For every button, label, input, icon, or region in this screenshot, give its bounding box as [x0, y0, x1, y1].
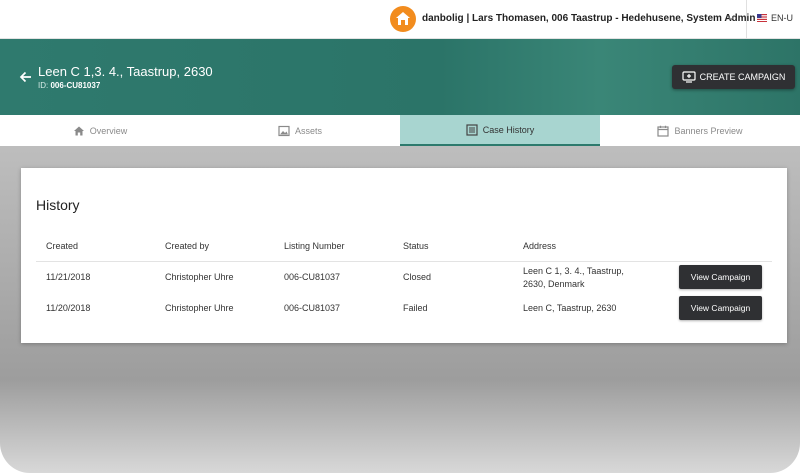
tab-case-history[interactable]: Case History [400, 115, 600, 146]
tab-banners-preview[interactable]: Banners Preview [600, 115, 800, 146]
tab-overview[interactable]: Overview [0, 115, 200, 146]
cell-created: 11/21/2018 [46, 272, 91, 282]
cell-address-line1: Leen C 1, 3. 4., Taastrup, [523, 266, 624, 276]
case-id-value: 006-CU81037 [50, 81, 101, 90]
case-id-prefix: ID: [38, 81, 49, 90]
view-campaign-button[interactable]: View Campaign [679, 265, 762, 289]
divider [746, 0, 747, 39]
column-header-status[interactable]: Status [403, 241, 429, 251]
tab-assets[interactable]: Assets [200, 115, 400, 146]
tab-bar: Overview Assets Case History Banners Pre… [0, 115, 800, 146]
danbolig-logo-icon [390, 6, 416, 32]
cell-created-by: Christopher Uhre [165, 303, 234, 313]
us-flag-icon[interactable] [757, 14, 767, 22]
cell-listing-number: 006-CU81037 [284, 303, 341, 313]
create-campaign-label: CREATE CAMPAIGN [699, 72, 786, 82]
language-selector[interactable]: EN-U [771, 13, 793, 23]
cell-status: Closed [403, 272, 432, 282]
user-menu[interactable]: danbolig | Lars Thomasen, 006 Taastrup -… [422, 13, 755, 24]
column-header-created[interactable]: Created [46, 241, 78, 251]
app-frame: danbolig | Lars Thomasen, 006 Taastrup -… [0, 0, 800, 473]
cell-listing-number: 006-CU81037 [284, 272, 341, 282]
view-campaign-button[interactable]: View Campaign [679, 296, 762, 320]
cell-created: 11/20/2018 [46, 303, 91, 313]
cell-address-line2: 2630, Denmark [523, 279, 585, 289]
tab-assets-label: Assets [294, 125, 322, 136]
column-header-listing-number[interactable]: Listing Number [284, 241, 345, 251]
tab-banners-preview-label: Banners Preview [674, 125, 743, 136]
cell-status: Failed [403, 303, 428, 313]
add-screen-icon [682, 71, 696, 83]
cell-created-by: Christopher Uhre [165, 272, 234, 282]
top-bar: danbolig | Lars Thomasen, 006 Taastrup -… [0, 0, 800, 39]
column-header-address[interactable]: Address [523, 241, 556, 251]
tab-overview-label: Overview [89, 125, 128, 136]
back-arrow-icon[interactable] [18, 69, 34, 85]
page-header: Leen C 1,3. 4., Taastrup, 2630 ID: 006-C… [0, 39, 800, 115]
create-campaign-button[interactable]: CREATE CAMPAIGN [672, 65, 795, 89]
tab-case-history-label: Case History [482, 124, 535, 135]
page-title: Leen C 1,3. 4., Taastrup, 2630 [38, 64, 213, 79]
cell-address-line1: Leen C, Taastrup, 2630 [523, 303, 617, 313]
table-header-divider [36, 261, 772, 262]
list-icon [466, 123, 478, 136]
column-header-created-by[interactable]: Created by [165, 241, 209, 251]
case-id: ID: 006-CU81037 [38, 81, 100, 90]
calendar-icon [657, 125, 670, 137]
history-title: History [36, 197, 80, 213]
image-icon [278, 125, 290, 136]
home-icon [73, 126, 84, 135]
history-card: History Created Created by Listing Numbe… [21, 168, 787, 343]
chevron-down-icon[interactable] [724, 11, 738, 25]
